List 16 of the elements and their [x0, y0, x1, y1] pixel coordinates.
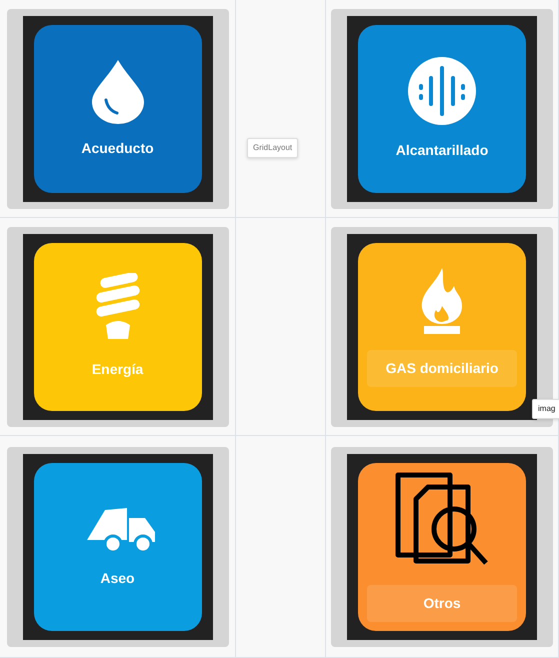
- tile-label: Acueducto: [81, 139, 154, 158]
- tile-label: Aseo: [100, 569, 135, 588]
- service-tile[interactable]: Acueducto: [34, 24, 202, 192]
- service-tile[interactable]: GAS domiciliario: [358, 242, 526, 410]
- tile-label: Otros: [367, 585, 517, 622]
- drop-icon: [90, 58, 146, 124]
- tile-label: Alcantarillado: [396, 141, 488, 160]
- service-tile[interactable]: Aseo: [34, 462, 202, 630]
- tooltip: imag: [532, 399, 559, 419]
- service-tile[interactable]: Alcantarillado: [358, 24, 526, 192]
- service-tile[interactable]: Otros: [358, 462, 526, 630]
- tooltip: GridLayout: [247, 138, 298, 158]
- tile-label: GAS domiciliario: [367, 350, 517, 387]
- service-tile[interactable]: Energía: [34, 242, 202, 410]
- tile-label: Energía: [92, 360, 144, 379]
- drain-cover-icon: [407, 56, 477, 126]
